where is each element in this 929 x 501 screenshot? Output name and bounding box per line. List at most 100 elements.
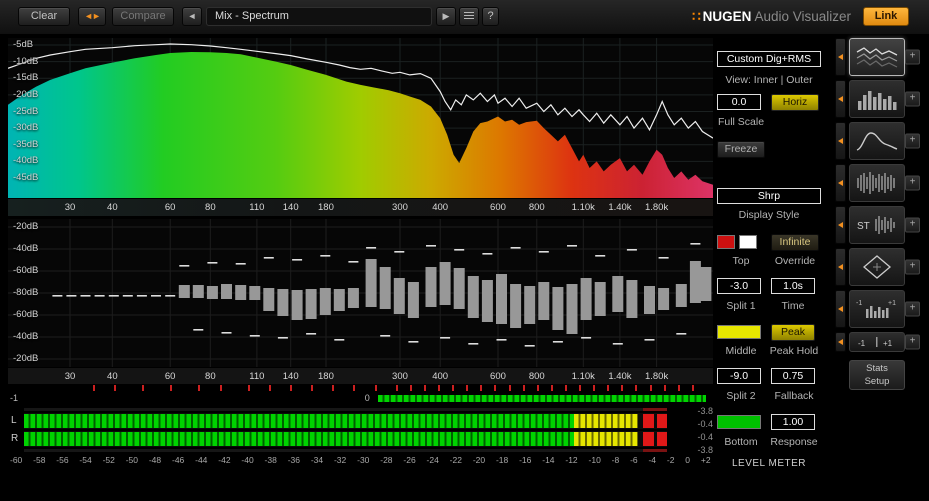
clip-tick <box>353 385 356 391</box>
chevron-left-icon <box>838 306 843 312</box>
add-view-button[interactable]: + <box>905 259 920 275</box>
side-view-row: + <box>834 38 929 76</box>
compare-button[interactable]: Compare <box>112 7 174 26</box>
full-scale-field[interactable]: 0.0 <box>717 94 761 110</box>
meter-red-block <box>656 414 667 428</box>
infinite-button[interactable]: Infinite <box>771 234 819 251</box>
level-meter-label: LEVEL METER <box>731 458 807 469</box>
preset-list-button[interactable] <box>459 7 479 26</box>
view-correlation-meter-button[interactable]: -1 +1 <box>849 332 905 352</box>
toolbar: Clear ◄► Compare ◄ Mix - Spectrum ▶ ? ∷ N… <box>0 0 929 35</box>
clip-tick <box>536 385 539 391</box>
add-view-button[interactable]: + <box>905 301 920 317</box>
histogram-peak-dash <box>510 247 521 249</box>
add-view-button[interactable]: + <box>905 217 920 233</box>
view-spectrogram-button[interactable] <box>849 122 905 160</box>
meter-scale-label: -56 <box>56 455 69 465</box>
histogram-bar <box>178 285 190 298</box>
freq-label: 180 <box>318 202 334 213</box>
top-color-swatch-primary[interactable] <box>717 235 735 249</box>
view-select-arrow-button[interactable] <box>835 332 846 352</box>
stats-setup-button[interactable]: Stats Setup <box>849 360 905 390</box>
view-select-arrow-button[interactable] <box>835 206 846 244</box>
time-field[interactable]: 1.0s <box>771 278 815 294</box>
histogram-bar <box>453 268 465 309</box>
meter-scale: -60 -58 -56 -54 -52 -50 -48 -46 -44 -42 -40 -38 -36-… <box>8 455 713 465</box>
add-view-button[interactable]: + <box>905 133 920 149</box>
play-button[interactable]: ▶ <box>436 7 456 26</box>
add-view-button[interactable]: + <box>905 49 920 65</box>
histogram-peak-dash <box>165 295 176 297</box>
view-select-arrow-button[interactable] <box>835 80 846 118</box>
display-style-field[interactable]: Shrp <box>717 188 821 204</box>
response-label: Response <box>770 436 818 448</box>
view-select-arrow-button[interactable] <box>835 290 846 328</box>
view-band-bars-button[interactable] <box>849 164 905 202</box>
view-band-correlation-button[interactable]: -1 +1 <box>849 290 905 328</box>
preset-display[interactable]: Mix - Spectrum <box>206 7 432 26</box>
middle-label: Middle <box>725 345 757 357</box>
histogram-y-axis-label: -40dB <box>13 331 39 342</box>
freeze-button[interactable]: Freeze <box>717 141 765 158</box>
meter-scale-label: -60 <box>10 455 23 465</box>
clear-button[interactable]: Clear <box>18 7 70 26</box>
bottom-color-swatch[interactable] <box>717 415 761 429</box>
add-view-button[interactable]: + <box>905 91 920 107</box>
display-style-label: Display Style <box>738 209 800 221</box>
prev-preset-button[interactable]: ◄ <box>182 7 202 26</box>
spectrum-y-axis-label: -35dB <box>13 138 39 150</box>
view-histogram-button[interactable] <box>849 80 905 118</box>
histogram-peak-dash <box>468 343 479 345</box>
view-select-arrow-button[interactable] <box>835 164 846 202</box>
meter-scale-label: -4 <box>648 455 657 465</box>
freq-label: 1.40k <box>608 202 632 213</box>
histogram-peak-dash <box>108 295 119 297</box>
histogram-bar <box>235 285 247 300</box>
middle-color-swatch[interactable] <box>717 325 761 339</box>
freq-label: 300 <box>392 202 408 213</box>
split2-field[interactable]: -9.0 <box>717 368 761 384</box>
histogram-bar <box>291 290 303 320</box>
meter-scale-label: -54 <box>79 455 92 465</box>
dense-bars-icon <box>857 172 895 194</box>
plots-column: -5dB -10dB -15dB -20dB -25dB -30dB -35dB -40dB -… <box>8 38 713 465</box>
meter-mode-display[interactable]: Custom Dig+RMS <box>717 51 821 67</box>
view-mode-label[interactable]: View: Inner | Outer <box>716 74 822 86</box>
freq-label: 80 <box>205 371 216 382</box>
meter-scale-label: -20 <box>472 455 486 465</box>
response-field[interactable]: 1.00 <box>771 414 815 430</box>
fallback-field[interactable]: 0.75 <box>771 368 815 384</box>
view-select-arrow-button[interactable] <box>835 248 846 286</box>
peak-hold-button[interactable]: Peak <box>771 324 815 341</box>
clip-tick <box>247 385 250 391</box>
top-color-swatch-secondary[interactable] <box>739 235 757 249</box>
view-stereo-spectrum-button[interactable]: ST <box>849 206 905 244</box>
add-view-button[interactable]: + <box>905 175 920 191</box>
spectrum-panel: -5dB -10dB -15dB -20dB -25dB -30dB -35dB -40dB -… <box>8 38 713 198</box>
histogram-frequency-axis: 30 40 60 80 110 140 180 300 400 600 800 1.10k 1.40k 1… <box>8 368 713 384</box>
histogram-bar <box>612 276 624 312</box>
freq-label: 140 <box>282 371 299 382</box>
clip-tick <box>663 385 666 391</box>
bottom-label: Bottom <box>724 436 758 448</box>
view-select-arrow-button[interactable] <box>835 122 846 160</box>
freq-label: 180 <box>318 371 334 382</box>
horiz-button[interactable]: Horiz <box>771 94 819 111</box>
view-vectorscope-button[interactable] <box>849 248 905 286</box>
view-select-arrow-button[interactable] <box>835 38 846 76</box>
meter-scale-label: +2 <box>700 455 711 465</box>
histogram-y-axis-label: -20dB <box>13 221 39 232</box>
add-view-button[interactable]: + <box>905 334 920 350</box>
clip-tick <box>621 385 624 391</box>
histogram-y-axis-label: -80dB <box>13 287 39 298</box>
right-arrow-icon: ► <box>92 11 101 21</box>
histogram-peak-dash <box>581 337 592 339</box>
meter-scale-label: -38 <box>264 455 277 465</box>
swap-compare-button[interactable]: ◄► <box>78 7 106 26</box>
clip-tick <box>480 385 483 391</box>
histogram-peak-dash <box>334 339 345 341</box>
help-button[interactable]: ? <box>482 7 499 26</box>
view-spectrum-lines-button[interactable] <box>849 38 905 76</box>
split1-field[interactable]: -3.0 <box>717 278 761 294</box>
freq-label: 60 <box>164 371 176 382</box>
